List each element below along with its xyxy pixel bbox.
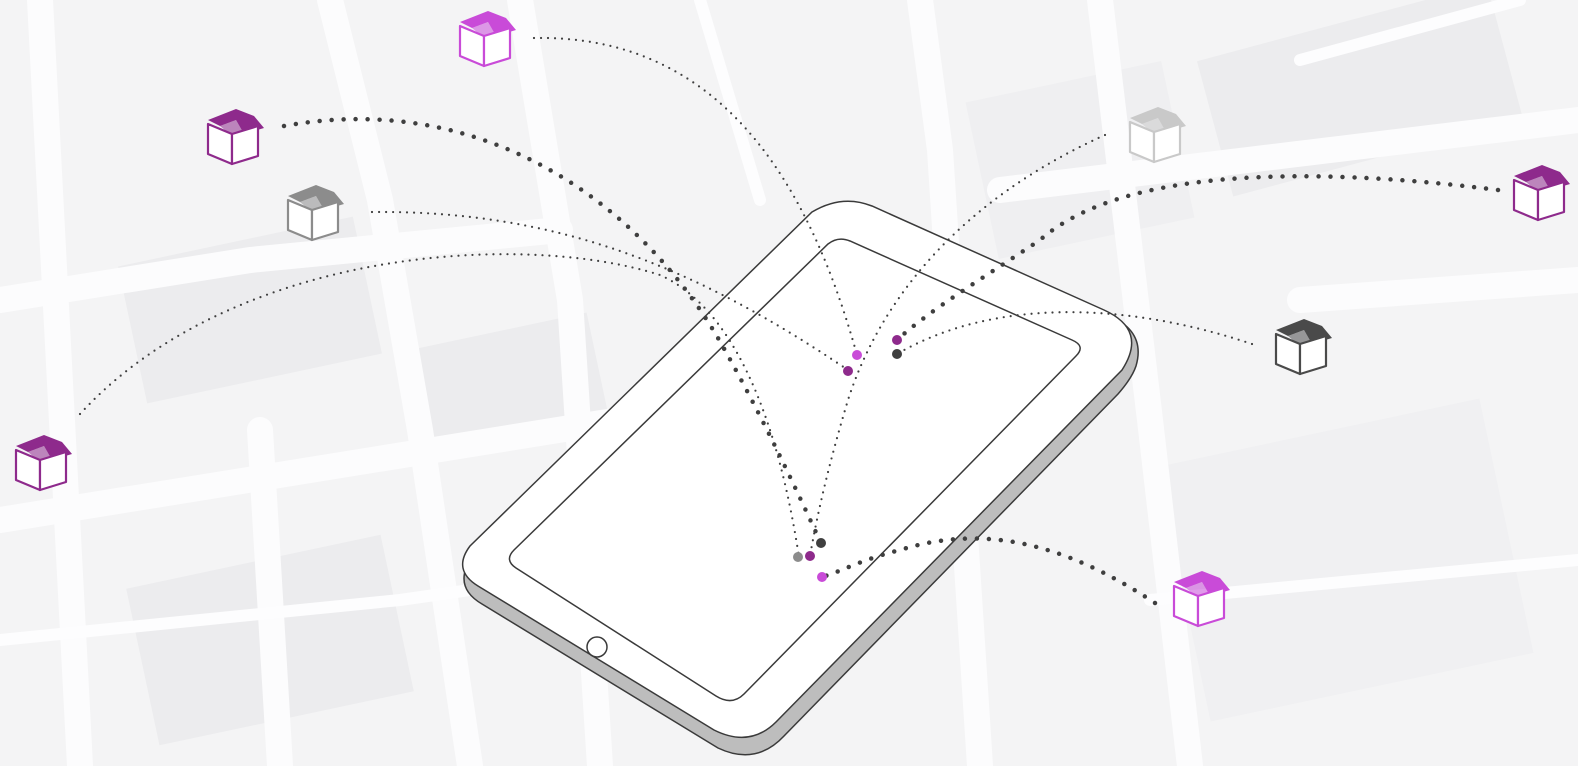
endpoint-dot — [793, 552, 803, 562]
endpoint-dot — [817, 572, 827, 582]
endpoint-dot — [843, 366, 853, 376]
home-button — [586, 636, 608, 658]
endpoint-dot — [805, 551, 815, 561]
endpoint-dot — [852, 350, 862, 360]
endpoint-dot — [816, 538, 826, 548]
endpoint-dot — [892, 335, 902, 345]
endpoint-dot — [892, 349, 902, 359]
delivery-tracking-illustration — [0, 0, 1578, 766]
